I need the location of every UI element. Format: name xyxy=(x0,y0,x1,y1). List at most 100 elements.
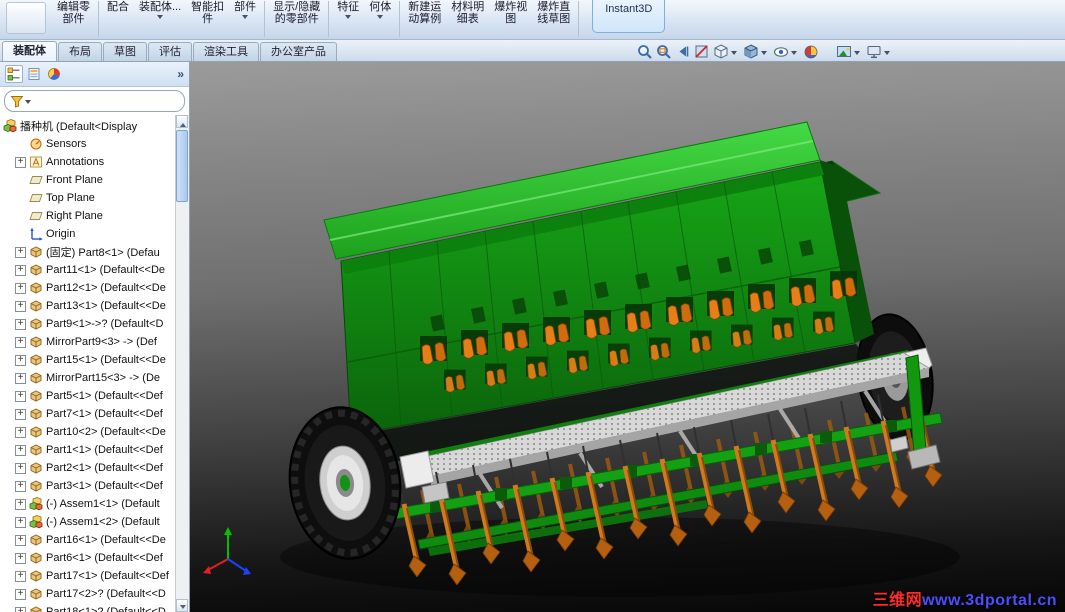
hide-show-items-icon[interactable] xyxy=(771,43,790,61)
expand-icon[interactable] xyxy=(15,264,26,276)
tab-layout[interactable]: 布局 xyxy=(58,42,102,61)
ribbon-button-edit-component[interactable]: 编辑零 部件 xyxy=(52,0,95,25)
tab-office-products[interactable]: 办公室产品 xyxy=(260,42,337,61)
edit-appearance-icon[interactable] xyxy=(801,43,820,61)
section-view-icon[interactable] xyxy=(692,43,711,61)
tree-item-mirrorpart9[interactable]: MirrorPart9<3> -> (Def xyxy=(0,333,189,351)
panel-expand-chevron[interactable]: » xyxy=(177,67,184,81)
propertymanager-tab-icon[interactable] xyxy=(25,65,43,83)
scrollbar-up-arrow-icon[interactable] xyxy=(176,115,188,128)
expand-icon[interactable] xyxy=(15,516,26,528)
featuremanager-tab-icon[interactable] xyxy=(5,65,23,83)
3d-model-seeder[interactable] xyxy=(190,62,1065,612)
tree-item-part1[interactable]: Part1<1> (Default<<Def xyxy=(0,441,189,459)
tree-item-annotations[interactable]: Annotations xyxy=(0,153,189,171)
tree-item-origin[interactable]: Origin xyxy=(0,225,189,243)
ribbon-button-new-motion-study[interactable]: 新建运 动算例 xyxy=(403,0,446,25)
expand-icon[interactable] xyxy=(15,282,26,294)
ribbon-button-show-hide-components[interactable]: 显示/隐藏 的零部件 xyxy=(268,0,325,25)
tree-item-assem1-1[interactable]: (-) Assem1<1> (Default xyxy=(0,495,189,513)
apply-scene-icon[interactable] xyxy=(834,43,853,61)
expand-icon[interactable] xyxy=(15,444,26,456)
expand-icon[interactable] xyxy=(15,336,26,348)
zoom-area-icon[interactable] xyxy=(654,43,673,61)
expand-icon[interactable] xyxy=(15,480,26,492)
expand-icon[interactable] xyxy=(15,534,26,546)
tab-sketch[interactable]: 草图 xyxy=(103,42,147,61)
tree-item-right-plane[interactable]: Right Plane xyxy=(0,207,189,225)
ribbon-button-bill-of-materials[interactable]: 材料明 细表 xyxy=(446,0,489,25)
expand-icon[interactable] xyxy=(15,156,26,168)
tab-render-tools[interactable]: 渲染工具 xyxy=(193,42,259,61)
tree-item-sensors[interactable]: Sensors xyxy=(0,135,189,153)
ribbon-button-assembly-feature[interactable]: 特征 xyxy=(332,0,364,22)
dropdown-caret-icon[interactable] xyxy=(884,51,890,58)
dropdown-caret-icon[interactable] xyxy=(377,15,384,22)
dropdown-caret-icon[interactable] xyxy=(731,51,737,58)
zoom-fit-icon[interactable] xyxy=(635,43,654,61)
filter-input[interactable] xyxy=(34,93,179,109)
expand-icon[interactable] xyxy=(15,372,26,384)
dropdown-caret-icon[interactable] xyxy=(854,51,860,58)
ribbon-button-smart-fasteners[interactable]: 智能扣 件 xyxy=(186,0,229,25)
tree-item-part2[interactable]: Part2<1> (Default<<Def xyxy=(0,459,189,477)
dropdown-caret-icon[interactable] xyxy=(761,51,767,58)
dropdown-caret-icon[interactable] xyxy=(25,99,31,107)
tree-item-part5[interactable]: Part5<1> (Default<<Def xyxy=(0,387,189,405)
ribbon-button-instant3d[interactable]: Instant3D xyxy=(592,0,666,33)
tree-item-front-plane[interactable]: Front Plane xyxy=(0,171,189,189)
ribbon-button-move-component[interactable]: 部件 xyxy=(229,0,261,22)
dropdown-caret-icon[interactable] xyxy=(242,15,249,22)
ribbon-button-explode-line-sketch[interactable]: 爆炸直 线草图 xyxy=(532,0,575,25)
tree-item-part3[interactable]: Part3<1> (Default<<Def xyxy=(0,477,189,495)
tree-item-part18[interactable]: Part18<1>? (Default<<D xyxy=(0,603,189,612)
configurationmanager-tab-icon[interactable] xyxy=(45,65,63,83)
tab-assembly[interactable]: 装配体 xyxy=(2,41,57,61)
previous-view-icon[interactable] xyxy=(673,43,692,61)
tree-item-part17-1[interactable]: Part17<1> (Default<<Def xyxy=(0,567,189,585)
tree-item-part9[interactable]: Part9<1>->? (Default<D xyxy=(0,315,189,333)
tree-item-part13[interactable]: Part13<1> (Default<<De xyxy=(0,297,189,315)
expand-icon[interactable] xyxy=(15,300,26,312)
expand-icon[interactable] xyxy=(15,606,26,612)
expand-icon[interactable] xyxy=(15,354,26,366)
scrollbar-thumb[interactable] xyxy=(176,130,188,202)
tree-item-top-plane[interactable]: Top Plane xyxy=(0,189,189,207)
tree-item-root[interactable]: 播种机 (Default<Display xyxy=(0,117,189,135)
tree-item-part16[interactable]: Part16<1> (Default<<De xyxy=(0,531,189,549)
expand-icon[interactable] xyxy=(15,408,26,420)
edit-component-icon[interactable] xyxy=(6,2,46,34)
expand-icon[interactable] xyxy=(15,462,26,474)
expand-icon[interactable] xyxy=(15,426,26,438)
tree-item-part15[interactable]: Part15<1> (Default<<De xyxy=(0,351,189,369)
tab-evaluate[interactable]: 评估 xyxy=(148,42,192,61)
ribbon-button-mate[interactable]: 配合 xyxy=(102,0,134,13)
dropdown-caret-icon[interactable] xyxy=(157,15,164,22)
ribbon-button-reference-geometry[interactable]: 何体 xyxy=(364,0,396,22)
filter-funnel-icon[interactable] xyxy=(10,94,24,108)
ribbon-button-assembly-features[interactable]: 装配体... xyxy=(134,0,186,22)
tree-item-assem1-2[interactable]: (-) Assem1<2> (Default xyxy=(0,513,189,531)
tree-item-part8[interactable]: (固定) Part8<1> (Defau xyxy=(0,243,189,261)
display-style-icon[interactable] xyxy=(741,43,760,61)
expand-icon[interactable] xyxy=(15,498,26,510)
tree-item-part17-2[interactable]: Part17<2>? (Default<<D xyxy=(0,585,189,603)
view-settings-icon[interactable] xyxy=(864,43,883,61)
tree-scrollbar[interactable] xyxy=(175,115,189,612)
tree-item-part6[interactable]: Part6<1> (Default<<Def xyxy=(0,549,189,567)
view-orientation-icon[interactable] xyxy=(711,43,730,61)
tree-item-part11[interactable]: Part11<1> (Default<<De xyxy=(0,261,189,279)
expand-icon[interactable] xyxy=(15,390,26,402)
expand-icon[interactable] xyxy=(15,246,26,258)
dropdown-caret-icon[interactable] xyxy=(791,51,797,58)
tree-item-mirrorpart15[interactable]: MirrorPart15<3> -> (De xyxy=(0,369,189,387)
tree-item-part10[interactable]: Part10<2> (Default<<De xyxy=(0,423,189,441)
tree-item-part7[interactable]: Part7<1> (Default<<Def xyxy=(0,405,189,423)
dropdown-caret-icon[interactable] xyxy=(345,15,352,22)
expand-icon[interactable] xyxy=(15,570,26,582)
expand-icon[interactable] xyxy=(15,318,26,330)
expand-icon[interactable] xyxy=(15,588,26,600)
tree-item-part12[interactable]: Part12<1> (Default<<De xyxy=(0,279,189,297)
ribbon-button-exploded-view[interactable]: 爆炸视 图 xyxy=(489,0,532,25)
scrollbar-down-arrow-icon[interactable] xyxy=(176,599,188,612)
